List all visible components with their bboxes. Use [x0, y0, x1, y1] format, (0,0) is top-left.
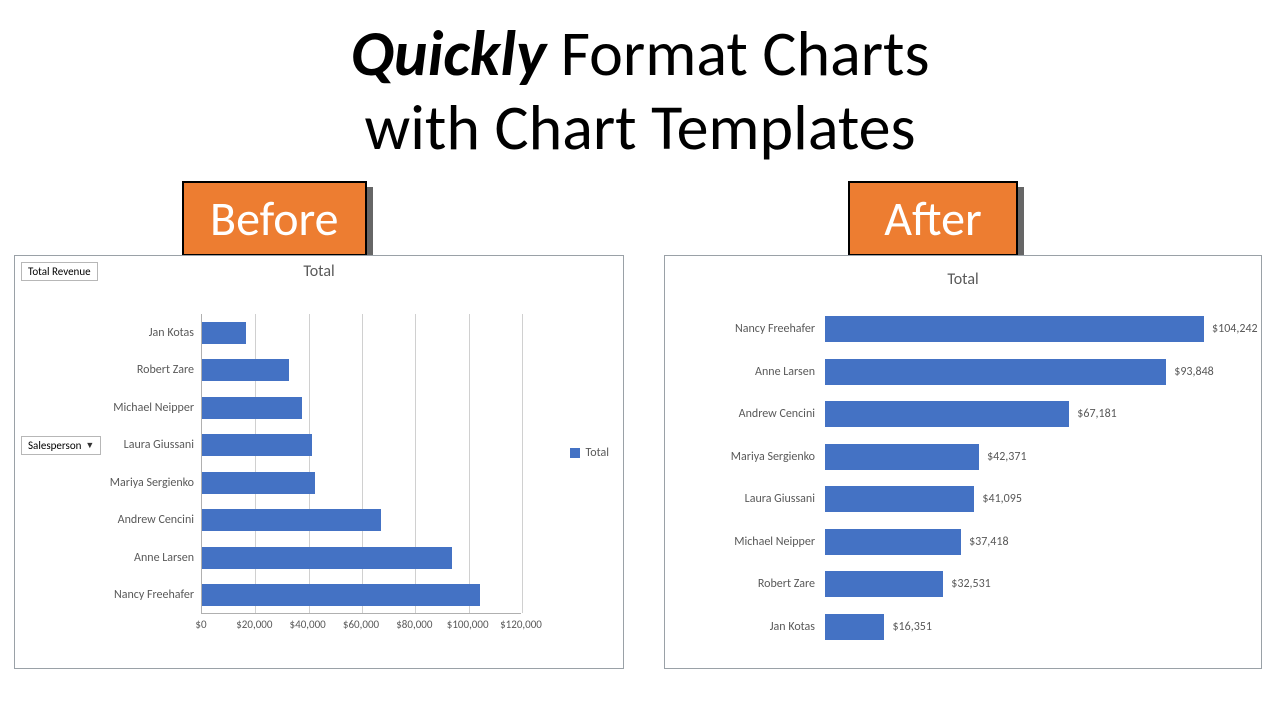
bar: [202, 472, 315, 494]
bar-row: Nancy Freehafer: [202, 584, 480, 606]
bar: [825, 486, 974, 512]
pivot-salesperson-label: Salesperson: [28, 439, 81, 452]
pivot-field-revenue[interactable]: Total Revenue: [21, 262, 98, 281]
after-plot-area: Nancy Freehafer$104,242Anne Larsen$93,84…: [825, 308, 1225, 648]
bar-row: Andrew Cencini$67,181: [825, 401, 1117, 427]
x-tick-label: $120,000: [500, 618, 542, 631]
category-label: Jan Kotas: [149, 326, 194, 340]
before-chart-title: Total: [15, 262, 623, 281]
data-label: $104,242: [1212, 322, 1258, 336]
bar: [825, 401, 1069, 427]
bar: [825, 316, 1204, 342]
bar-row: Mariya Sergienko: [202, 472, 315, 494]
after-chart-title: Total: [665, 270, 1261, 289]
charts-row: Total Revenue Salesperson ▼ Total Jan Ko…: [0, 255, 1280, 669]
category-label: Michael Neipper: [734, 535, 815, 549]
data-label: $37,418: [969, 535, 1009, 549]
badges-row: Before After: [0, 181, 1280, 259]
bar-row: Nancy Freehafer$104,242: [825, 316, 1258, 342]
category-label: Nancy Freehafer: [114, 588, 194, 602]
category-label: Laura Giussani: [124, 438, 194, 452]
data-label: $42,371: [987, 450, 1027, 464]
page-title: Quickly Format Charts with Chart Templat…: [0, 0, 1280, 165]
bar: [202, 397, 302, 419]
bar-row: Jan Kotas$16,351: [825, 614, 932, 640]
legend-swatch-icon: [570, 448, 580, 458]
before-legend: Total: [570, 446, 609, 460]
bar: [202, 322, 246, 344]
bar-row: Laura Giussani: [202, 434, 312, 456]
x-tick-label: $0: [195, 618, 206, 631]
category-label: Andrew Cencini: [118, 513, 194, 527]
before-plot-area: Jan Kotas Robert Zare Michael Neipper Laura…: [201, 314, 521, 614]
bar-row: Anne Larsen$93,848: [825, 359, 1214, 385]
bar: [825, 571, 943, 597]
before-badge: Before: [182, 181, 367, 256]
dropdown-icon: ▼: [85, 440, 94, 451]
bar-row: Robert Zare: [202, 359, 289, 381]
category-label: Michael Neipper: [113, 401, 194, 415]
x-tick-label: $100,000: [447, 618, 489, 631]
data-label: $32,531: [951, 577, 991, 591]
bar-row: Mariya Sergienko$42,371: [825, 444, 1027, 470]
bar: [825, 444, 979, 470]
data-label: $67,181: [1077, 407, 1117, 421]
bar-row: Robert Zare$32,531: [825, 571, 991, 597]
bar-row: Laura Giussani$41,095: [825, 486, 1022, 512]
after-badge: After: [848, 181, 1018, 256]
headline-rest1: Format Charts: [546, 15, 929, 93]
bar: [202, 547, 452, 569]
x-tick-label: $80,000: [396, 618, 432, 631]
category-label: Andrew Cencini: [739, 407, 815, 421]
category-label: Nancy Freehafer: [735, 322, 815, 336]
category-label: Anne Larsen: [134, 551, 194, 565]
headline-line2: with Chart Templates: [0, 92, 1280, 166]
legend-label: Total: [586, 446, 609, 460]
pivot-field-salesperson[interactable]: Salesperson ▼: [21, 436, 101, 455]
category-label: Laura Giussani: [745, 492, 815, 506]
after-chart-card: Total Nancy Freehafer$104,242Anne Larsen…: [664, 255, 1262, 669]
bar-row: Andrew Cencini: [202, 509, 381, 531]
bar: [202, 434, 312, 456]
data-label: $16,351: [892, 620, 932, 634]
bar-row: Michael Neipper$37,418: [825, 529, 1009, 555]
data-label: $93,848: [1174, 365, 1214, 379]
data-label: $41,095: [982, 492, 1022, 506]
category-label: Robert Zare: [137, 363, 194, 377]
category-label: Robert Zare: [758, 577, 815, 591]
bar-row: Michael Neipper: [202, 397, 302, 419]
x-tick-label: $40,000: [290, 618, 326, 631]
category-label: Anne Larsen: [755, 365, 815, 379]
x-tick-label: $20,000: [236, 618, 272, 631]
bar-row: Jan Kotas: [202, 322, 246, 344]
bar: [825, 529, 961, 555]
bar: [202, 584, 480, 606]
x-tick-label: $60,000: [343, 618, 379, 631]
before-x-axis: $0$20,000$40,000$60,000$80,000$100,000$1…: [201, 618, 521, 634]
bar-row: Anne Larsen: [202, 547, 452, 569]
category-label: Mariya Sergienko: [110, 476, 194, 490]
before-chart-card: Total Revenue Salesperson ▼ Total Jan Ko…: [14, 255, 624, 669]
bar: [202, 359, 289, 381]
category-label: Jan Kotas: [770, 620, 815, 634]
bar: [825, 359, 1166, 385]
bar: [825, 614, 884, 640]
bar: [202, 509, 381, 531]
headline-emph: Quickly: [350, 15, 546, 93]
category-label: Mariya Sergienko: [731, 450, 815, 464]
